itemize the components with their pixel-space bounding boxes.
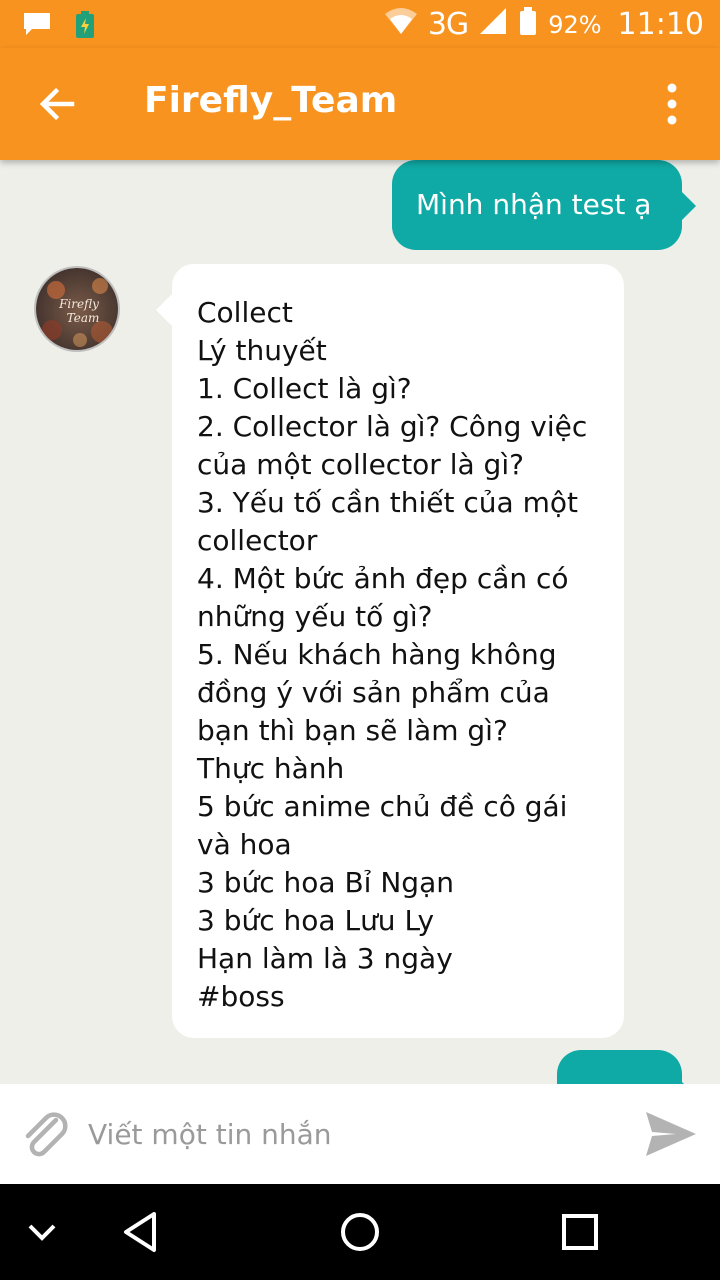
message-line: những yếu tố gì?	[197, 600, 433, 633]
message-line: 1. Collect là gì?	[197, 372, 412, 405]
more-vertical-icon	[667, 83, 677, 125]
wifi-icon	[384, 6, 418, 43]
overflow-menu-button[interactable]	[648, 74, 696, 134]
message-line: 5. Nếu khách hàng không	[197, 638, 557, 671]
message-composer	[0, 1084, 720, 1184]
arrow-left-icon	[39, 87, 75, 121]
chat-title: Firefly_Team	[144, 80, 398, 121]
message-notification-icon	[22, 11, 52, 43]
battery-percent: 92%	[548, 10, 602, 39]
nav-home-button[interactable]	[332, 1204, 388, 1260]
send-button[interactable]	[642, 1106, 698, 1162]
clock: 11:10	[617, 7, 704, 42]
nav-recents-button[interactable]	[552, 1204, 608, 1260]
battery-saver-icon	[74, 10, 96, 44]
svg-text:Firefly: Firefly	[58, 297, 99, 311]
message-line: 4. Một bức ảnh đẹp cần có	[197, 562, 569, 595]
message-line: Lý thuyết	[197, 334, 327, 367]
bubble-tail	[156, 294, 172, 326]
outgoing-message-partial[interactable]	[557, 1050, 696, 1084]
message-input[interactable]	[88, 1104, 618, 1164]
hide-keyboard-button[interactable]	[14, 1204, 70, 1260]
avatar[interactable]: Firefly Team	[34, 266, 120, 352]
message-line: Thực hành	[197, 752, 345, 785]
system-nav-bar	[0, 1184, 720, 1280]
incoming-message-text: Collect Lý thuyết 1. Collect là gì? 2. C…	[197, 294, 587, 1016]
app-bar: Firefly_Team	[0, 48, 720, 160]
signal-icon	[478, 6, 508, 43]
message-line: bạn thì bạn sẽ làm gì?	[197, 714, 508, 747]
message-line: 3 bức hoa Lưu Ly	[197, 904, 435, 937]
message-line: #boss	[197, 980, 285, 1013]
paperclip-icon	[25, 1112, 68, 1157]
message-line: collector	[197, 524, 318, 557]
message-line: Hạn làm là 3 ngày	[197, 942, 453, 975]
message-line: 3. Yếu tố cần thiết của một	[197, 486, 578, 519]
attach-button[interactable]	[18, 1106, 74, 1162]
bubble-tail	[680, 190, 696, 222]
message-line: Collect	[197, 296, 293, 329]
outgoing-message[interactable]: Mình nhận test ạ	[392, 160, 696, 250]
send-icon	[646, 1112, 696, 1156]
message-line: 3 bức hoa Bỉ Ngạn	[197, 866, 454, 899]
chevron-down-icon	[28, 1224, 56, 1241]
message-line: 2. Collector là gì? Công việc	[197, 410, 588, 443]
recents-square-icon	[562, 1214, 598, 1250]
nav-back-button[interactable]	[112, 1204, 168, 1260]
back-button[interactable]	[28, 74, 88, 134]
message-line: và hoa	[197, 828, 292, 861]
network-type: 3G	[427, 7, 469, 42]
svg-text:Team: Team	[67, 311, 100, 325]
message-line: đồng ý với sản phẩm của	[197, 676, 550, 709]
message-list[interactable]: Mình nhận test ạ Firefly Team Collect Lý	[0, 160, 720, 1084]
outgoing-message-text: Mình nhận test ạ	[416, 188, 652, 221]
incoming-message[interactable]: Collect Lý thuyết 1. Collect là gì? 2. C…	[156, 264, 624, 1038]
message-line: của một collector là gì?	[197, 448, 524, 481]
status-bar: 3G 92% 11:10	[0, 0, 720, 48]
home-circle-icon	[341, 1213, 379, 1251]
back-triangle-icon	[124, 1212, 156, 1252]
battery-icon	[518, 6, 538, 43]
message-line: 5 bức anime chủ đề cô gái	[197, 790, 568, 823]
